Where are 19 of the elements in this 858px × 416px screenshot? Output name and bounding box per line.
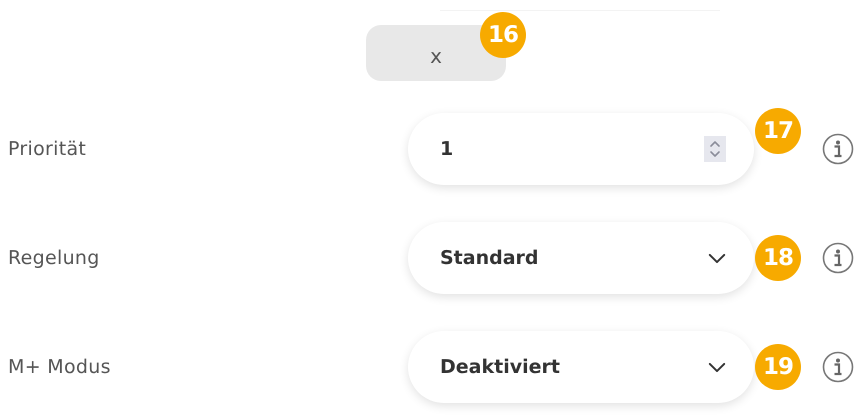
number-field[interactable]: 1 xyxy=(408,113,754,185)
setting-label: Priorität xyxy=(7,138,88,160)
number-badge: 16 xyxy=(480,12,526,58)
field-value: 1 xyxy=(440,138,454,160)
dropdown-field[interactable]: Deaktiviert xyxy=(408,331,754,403)
number-badge: 19 xyxy=(755,344,801,390)
dropdown-field[interactable]: Standard xyxy=(408,222,754,294)
info-icon[interactable] xyxy=(822,351,854,383)
number-badge: 18 xyxy=(755,235,801,281)
info-icon[interactable] xyxy=(822,242,854,274)
spinner-icon[interactable] xyxy=(704,136,726,162)
setting-label: Regelung xyxy=(7,247,101,269)
info-icon[interactable] xyxy=(822,133,854,165)
chevron-down-icon xyxy=(708,362,726,372)
number-badge: 17 xyxy=(755,108,801,154)
chevron-down-icon xyxy=(708,252,726,264)
setting-label: M+ Modus xyxy=(7,356,112,378)
field-value: Deaktiviert xyxy=(440,356,560,378)
field-value: Standard xyxy=(440,247,539,269)
